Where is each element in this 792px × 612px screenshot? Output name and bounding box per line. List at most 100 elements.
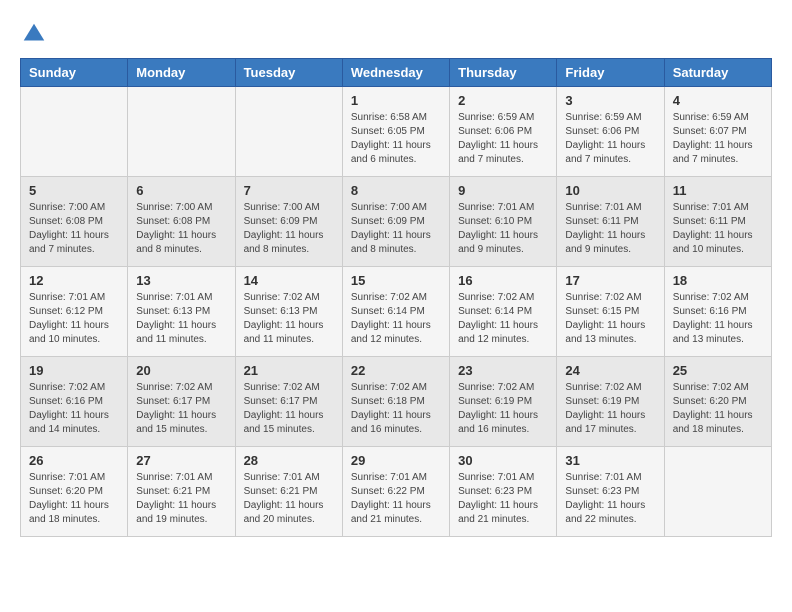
calendar-cell: 25Sunrise: 7:02 AMSunset: 6:20 PMDayligh… [664,357,771,447]
calendar-cell: 20 Sunrise: 7:02 AMSunset: 6:17 PMDayligh… [128,357,235,447]
calendar-cell [21,87,128,177]
day-number: 8 [351,183,441,198]
calendar-cell: 5 Sunrise: 7:00 AMSunset: 6:08 PMDaylight… [21,177,128,267]
cell-text: Daylight: 11 hours and 9 minutes. [565,229,655,257]
cell-text: Sunrise: 7:02 AM [136,381,226,395]
cell-text: Daylight: 11 hours and 6 minutes. [351,139,441,167]
cell-text: Sunrise: 6:59 AM [673,111,763,125]
cell-text: Sunset: 6:18 PM [351,395,441,409]
cell-text: Sunrise: 7:00 AM [29,201,119,215]
calendar-cell: 12Sunrise: 7:01 AMSunset: 6:12 PMDayligh… [21,267,128,357]
cell-text: Sunset: 6:06 PM [458,125,548,139]
calendar-week-row: 19Sunrise: 7:02 AMSunset: 6:16 PMDayligh… [21,357,772,447]
cell-text: Daylight: 11 hours and 8 minutes. [351,229,441,257]
cell-text: Sunset: 6:14 PM [351,305,441,319]
cell-text: Daylight: 11 hours and 19 minutes. [136,499,226,527]
cell-text: Sunrise: 7:02 AM [29,381,119,395]
calendar-cell [128,87,235,177]
cell-text: Daylight: 11 hours and 7 minutes. [458,139,548,167]
calendar-cell: 3Sunrise: 6:59 AMSunset: 6:06 PMDaylight… [557,87,664,177]
cell-text: Daylight: 11 hours and 7 minutes. [29,229,119,257]
cell-text: Sunset: 6:22 PM [351,485,441,499]
day-number: 16 [458,273,548,288]
day-number: 2 [458,93,548,108]
page-header [20,20,772,48]
logo-icon [20,20,48,48]
day-header-friday: Friday [557,59,664,87]
cell-text: Daylight: 11 hours and 9 minutes. [458,229,548,257]
day-number: 26 [29,453,119,468]
cell-text: Sunset: 6:13 PM [244,305,334,319]
cell-text: Daylight: 11 hours and 22 minutes. [565,499,655,527]
logo [20,20,52,48]
calendar-cell: 7Sunrise: 7:00 AMSunset: 6:09 PMDaylight… [235,177,342,267]
day-number: 3 [565,93,655,108]
cell-text: Sunrise: 7:02 AM [458,291,548,305]
cell-text: Daylight: 11 hours and 8 minutes. [244,229,334,257]
cell-text: Sunrise: 6:59 AM [458,111,548,125]
cell-text: Sunset: 6:20 PM [29,485,119,499]
calendar-cell: 15Sunrise: 7:02 AMSunset: 6:14 PMDayligh… [342,267,449,357]
cell-text: Sunset: 6:23 PM [458,485,548,499]
cell-text: Sunrise: 7:01 AM [136,291,226,305]
day-number: 5 [29,183,119,198]
cell-text: Sunset: 6:08 PM [136,215,226,229]
day-number: 9 [458,183,548,198]
day-header-sunday: Sunday [21,59,128,87]
calendar-cell: 16Sunrise: 7:02 AMSunset: 6:14 PMDayligh… [450,267,557,357]
calendar-cell: 18Sunrise: 7:02 AMSunset: 6:16 PMDayligh… [664,267,771,357]
cell-text: Sunrise: 7:02 AM [565,291,655,305]
calendar-cell: 30Sunrise: 7:01 AMSunset: 6:23 PMDayligh… [450,447,557,537]
cell-text: Daylight: 11 hours and 15 minutes. [136,409,226,437]
calendar-table: SundayMondayTuesdayWednesdayThursdayFrid… [20,58,772,537]
cell-text: Sunset: 6:12 PM [29,305,119,319]
cell-text: Sunrise: 7:01 AM [458,201,548,215]
cell-text: Sunrise: 7:01 AM [565,471,655,485]
cell-text: Sunset: 6:11 PM [673,215,763,229]
calendar-cell: 17Sunrise: 7:02 AMSunset: 6:15 PMDayligh… [557,267,664,357]
cell-text: Sunrise: 7:00 AM [244,201,334,215]
cell-text: Daylight: 11 hours and 20 minutes. [244,499,334,527]
cell-text: Sunset: 6:17 PM [244,395,334,409]
cell-text: Sunset: 6:23 PM [565,485,655,499]
cell-text: Sunset: 6:17 PM [136,395,226,409]
cell-text: Daylight: 11 hours and 18 minutes. [29,499,119,527]
calendar-cell: 10Sunrise: 7:01 AMSunset: 6:11 PMDayligh… [557,177,664,267]
day-number: 19 [29,363,119,378]
cell-text: Daylight: 11 hours and 11 minutes. [136,319,226,347]
day-header-tuesday: Tuesday [235,59,342,87]
cell-text: Sunrise: 7:02 AM [351,291,441,305]
cell-text: Sunrise: 7:01 AM [458,471,548,485]
cell-text: Sunrise: 7:02 AM [673,291,763,305]
calendar-cell: 8Sunrise: 7:00 AMSunset: 6:09 PMDaylight… [342,177,449,267]
day-number: 23 [458,363,548,378]
day-number: 12 [29,273,119,288]
cell-text: Sunset: 6:08 PM [29,215,119,229]
cell-text: Sunrise: 7:02 AM [351,381,441,395]
cell-text: Sunrise: 7:01 AM [351,471,441,485]
cell-text: Sunset: 6:19 PM [565,395,655,409]
cell-text: Daylight: 11 hours and 10 minutes. [673,229,763,257]
calendar-cell: 22Sunrise: 7:02 AMSunset: 6:18 PMDayligh… [342,357,449,447]
day-number: 11 [673,183,763,198]
cell-text: Sunrise: 7:00 AM [136,201,226,215]
calendar-week-row: 5Sunrise: 7:00 AMSunset: 6:08 PMDaylight… [21,177,772,267]
calendar-cell: 11Sunrise: 7:01 AMSunset: 6:11 PMDayligh… [664,177,771,267]
day-number: 27 [136,453,226,468]
cell-text: Sunrise: 7:02 AM [244,291,334,305]
calendar-week-row: 1Sunrise: 6:58 AMSunset: 6:05 PMDaylight… [21,87,772,177]
cell-text: Sunset: 6:19 PM [458,395,548,409]
cell-text: Sunset: 6:10 PM [458,215,548,229]
cell-text: Sunrise: 7:02 AM [673,381,763,395]
cell-text: Daylight: 11 hours and 11 minutes. [244,319,334,347]
cell-text: Daylight: 11 hours and 15 minutes. [244,409,334,437]
day-number: 7 [244,183,334,198]
cell-text: Daylight: 11 hours and 7 minutes. [673,139,763,167]
calendar-cell: 4Sunrise: 6:59 AMSunset: 6:07 PMDaylight… [664,87,771,177]
calendar-cell: 19Sunrise: 7:02 AMSunset: 6:16 PMDayligh… [21,357,128,447]
cell-text: Daylight: 11 hours and 12 minutes. [351,319,441,347]
cell-text: Daylight: 11 hours and 13 minutes. [673,319,763,347]
cell-text: Daylight: 11 hours and 21 minutes. [458,499,548,527]
day-number: 20 [136,363,226,378]
cell-text: Sunset: 6:16 PM [29,395,119,409]
